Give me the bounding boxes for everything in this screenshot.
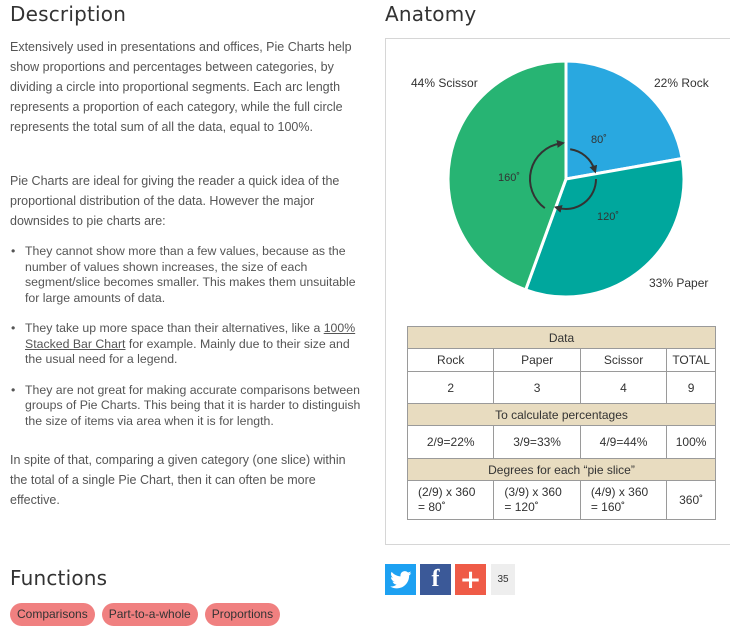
header-total: TOTAL <box>666 348 716 372</box>
degrees-paper: (3/9) x 360 = 120˚ <box>493 480 581 520</box>
description-paragraph-1: Extensively used in presentations and of… <box>10 40 352 134</box>
degrees-rock-result: = 80˚ <box>418 500 446 514</box>
facebook-f-icon: f <box>431 566 440 592</box>
share-bar: f + 35 <box>385 564 515 595</box>
facebook-share-button[interactable]: f <box>420 564 451 595</box>
tag-proportions[interactable]: Proportions <box>204 603 281 626</box>
percent-rock: 2/9=22% <box>406 425 495 459</box>
angle-label-scissor: 160˚ <box>498 172 520 184</box>
value-total: 9 <box>666 371 716 404</box>
header-scissor: Scissor <box>579 348 668 372</box>
percent-total: 100% <box>666 425 716 459</box>
tag-part-to-a-whole[interactable]: Part-to-a-whole <box>101 603 198 626</box>
degrees-scissor-result: = 160˚ <box>590 500 626 514</box>
description-paragraph-3: In spite of that, comparing a given cate… <box>10 453 346 507</box>
functions-heading: Functions <box>10 566 108 590</box>
pie-chart: 44% Scissor 22% Rock 33% Paper 80˚ 120˚ … <box>411 59 710 299</box>
plus-icon: + <box>459 564 482 595</box>
degrees-rock-formula: (2/9) x 360 <box>418 485 476 499</box>
twitter-bird-icon <box>389 570 411 588</box>
anatomy-panel: 44% Scissor 22% Rock 33% Paper 80˚ 120˚ … <box>385 38 730 545</box>
share-count: 35 <box>491 564 515 595</box>
degrees-band: Degrees for each “pie slice” <box>407 458 716 481</box>
downside-item-1: They cannot show more than a few values,… <box>10 244 366 306</box>
value-scissor: 4 <box>579 371 668 404</box>
description-heading: Description <box>10 2 127 26</box>
pie-slices <box>446 59 686 299</box>
downside-item-2-text: They take up more space than their alter… <box>25 321 324 335</box>
label-rock: 22% Rock <box>654 76 710 90</box>
anatomy-heading: Anatomy <box>385 2 477 26</box>
function-tags: Comparisons Part-to-a-whole Proportions <box>10 603 281 626</box>
degrees-paper-formula: (3/9) x 360 <box>504 485 562 499</box>
degrees-scissor-formula: (4/9) x 360 <box>590 485 649 499</box>
percent-scissor: 4/9=44% <box>579 425 668 459</box>
downsides-list: They cannot show more than a few values,… <box>10 244 366 444</box>
twitter-share-button[interactable] <box>385 564 416 595</box>
angle-label-rock: 80˚ <box>591 134 607 146</box>
angle-label-paper: 120˚ <box>597 211 619 223</box>
label-scissor: 44% Scissor <box>411 76 478 90</box>
value-paper: 3 <box>493 371 581 404</box>
description-paragraph-2: Pie Charts are ideal for giving the read… <box>10 174 340 228</box>
header-rock: Rock <box>406 348 495 372</box>
data-table: Data Rock Paper Scissor TOTAL 2 3 4 9 To… <box>406 326 716 520</box>
tag-comparisons[interactable]: Comparisons <box>10 603 95 626</box>
label-paper: 33% Paper <box>649 276 708 290</box>
value-rock: 2 <box>406 371 495 404</box>
degrees-scissor: (4/9) x 360 = 160˚ <box>579 480 668 520</box>
downside-item-2: They take up more space than their alter… <box>10 321 366 368</box>
percent-band: To calculate percentages <box>407 403 716 426</box>
more-share-button[interactable]: + <box>455 564 486 595</box>
degrees-total: 360˚ <box>666 480 716 520</box>
downside-item-3: They are not great for making accurate c… <box>10 383 366 430</box>
degrees-rock: (2/9) x 360 = 80˚ <box>406 480 495 520</box>
degrees-paper-result: = 120˚ <box>504 500 539 514</box>
percent-paper: 3/9=33% <box>493 425 581 459</box>
header-paper: Paper <box>493 348 581 372</box>
data-band: Data <box>407 326 716 349</box>
